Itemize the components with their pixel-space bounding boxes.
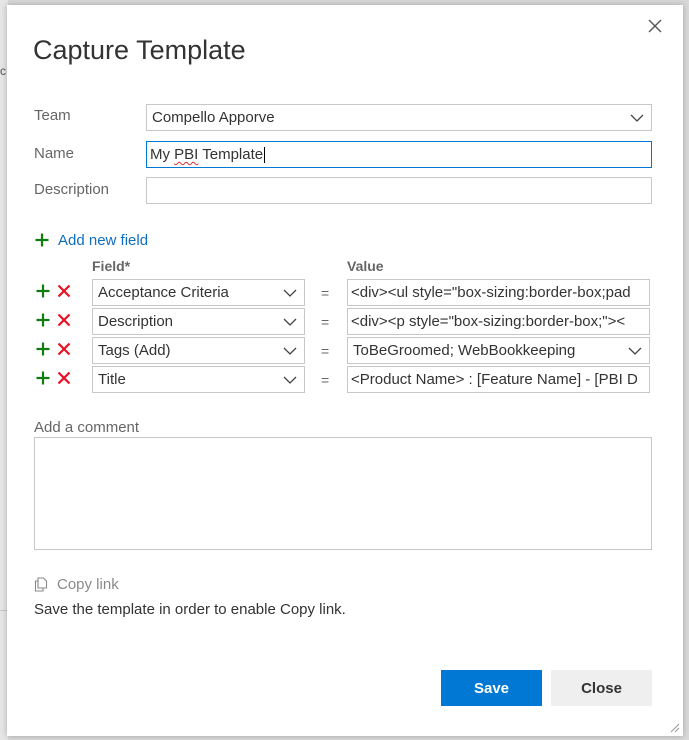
name-value: My PBI Template — [150, 142, 266, 167]
value-column-header: Value — [347, 258, 384, 274]
field-select-value: Acceptance Criteria — [98, 284, 229, 301]
remove-row-icon[interactable] — [57, 371, 71, 385]
remove-row-icon[interactable] — [57, 342, 71, 356]
comment-label: Add a comment — [34, 419, 140, 436]
field-select-value: Tags (Add) — [98, 342, 171, 359]
remove-row-icon[interactable] — [57, 284, 71, 298]
field-select[interactable]: Title — [92, 366, 305, 393]
chevron-down-icon — [283, 318, 297, 326]
equals-sign: = — [321, 285, 330, 301]
value-input[interactable]: <Product Name> : [Feature Name] - [PBI D — [347, 366, 650, 393]
copy-link-note: Save the template in order to enable Cop… — [34, 601, 346, 618]
field-select[interactable]: Tags (Add) — [92, 337, 305, 364]
copy-link: Copy link — [34, 574, 119, 594]
value-text: <Product Name> : [Feature Name] - [PBI D — [351, 371, 638, 388]
add-row-icon[interactable] — [36, 371, 50, 385]
field-select[interactable]: Description — [92, 308, 305, 335]
resize-grip-icon[interactable] — [670, 723, 680, 733]
close-icon — [648, 19, 662, 33]
name-input[interactable]: My PBI Template — [146, 141, 652, 168]
add-new-field-link[interactable]: Add new field — [35, 230, 148, 250]
value-text: <div><p style="box-sizing:border-box;">< — [351, 313, 626, 330]
description-label: Description — [34, 181, 110, 198]
comment-textarea[interactable] — [34, 437, 652, 550]
close-dialog-button[interactable] — [645, 16, 665, 36]
name-label: Name — [34, 145, 75, 162]
team-value: Compello Apporve — [152, 109, 275, 126]
add-row-icon[interactable] — [36, 342, 50, 356]
description-input[interactable] — [146, 177, 652, 204]
name-value-misspelled: PBI — [174, 146, 199, 163]
field-select-value: Description — [98, 313, 174, 330]
capture-template-dialog: Capture Template Team Compello Apporve N… — [7, 5, 683, 736]
close-button[interactable]: Close — [551, 670, 652, 706]
value-text: <div><ul style="box-sizing:border-box;pa… — [351, 284, 631, 301]
add-new-field-label: Add new field — [58, 231, 149, 249]
chevron-down-icon — [283, 289, 297, 297]
copy-icon — [34, 576, 48, 592]
value-input[interactable]: <div><p style="box-sizing:border-box;">< — [347, 308, 650, 335]
equals-sign: = — [321, 343, 330, 359]
team-label: Team — [34, 107, 71, 124]
field-select-value: Title — [98, 371, 126, 388]
chevron-down-icon — [283, 376, 297, 384]
remove-row-icon[interactable] — [57, 313, 71, 327]
add-row-icon[interactable] — [36, 284, 50, 298]
value-input[interactable]: <div><ul style="box-sizing:border-box;pa… — [347, 279, 650, 306]
dialog-title: Capture Template — [33, 35, 246, 65]
value-select[interactable]: ToBeGroomed; WebBookkeeping — [347, 337, 650, 364]
equals-sign: = — [321, 372, 330, 388]
team-select[interactable]: Compello Apporve — [146, 104, 652, 131]
chevron-down-icon — [630, 114, 644, 122]
equals-sign: = — [321, 314, 330, 330]
save-button[interactable]: Save — [441, 670, 542, 706]
chevron-down-icon — [628, 347, 642, 355]
name-value-prefix: My — [150, 146, 175, 163]
chevron-down-icon — [283, 347, 297, 355]
field-column-header: Field* — [92, 258, 131, 274]
value-text: ToBeGroomed; WebBookkeeping — [353, 342, 576, 359]
field-select[interactable]: Acceptance Criteria — [92, 279, 305, 306]
backdrop-text: c — [0, 64, 6, 78]
text-caret — [264, 146, 266, 163]
plus-icon — [35, 233, 49, 247]
name-value-suffix: Template — [198, 146, 264, 163]
copy-link-label: Copy link — [57, 575, 119, 593]
add-row-icon[interactable] — [36, 313, 50, 327]
